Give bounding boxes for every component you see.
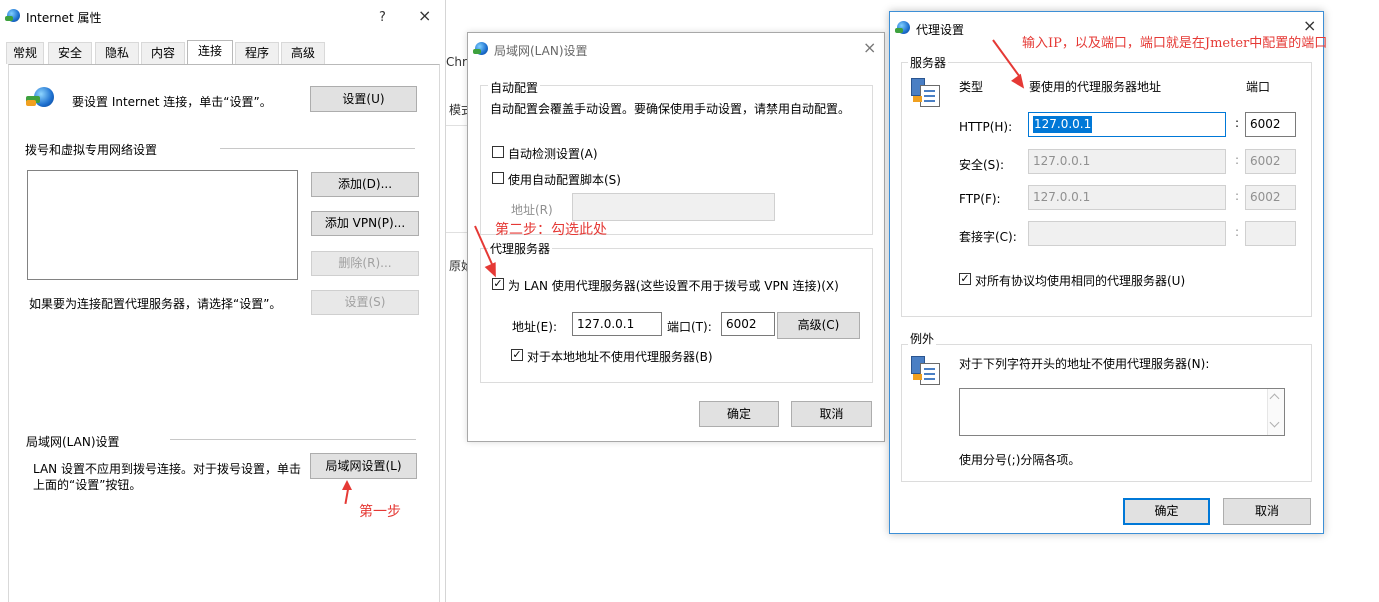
step1-annotation: 第一步	[359, 504, 401, 520]
tab-content[interactable]: 内容	[141, 42, 185, 64]
socks-port-field[interactable]	[1245, 221, 1296, 246]
ftp-address-field[interactable]: 127.0.0.1	[1028, 185, 1226, 210]
ok-button[interactable]: 确定	[1123, 498, 1210, 525]
window-title: Internet 属性	[26, 11, 102, 25]
setup-button[interactable]: 设置(U)	[310, 86, 417, 112]
use-proxy-label: 为 LAN 使用代理服务器(这些设置不用于拨号或 VPN 连接)(X)	[508, 279, 839, 293]
proxy-settings-dialog: 代理设置 × 服务器 类型 要使用的代理服务器地址 端口 HTTP(H): 12…	[889, 11, 1324, 534]
proxy-address-label: 地址(E):	[512, 320, 557, 334]
close-button[interactable]: ×	[863, 40, 876, 56]
bypass-local-checkbox[interactable]: ✓	[511, 349, 523, 361]
ftp-label: FTP(F):	[959, 192, 1001, 206]
tab-security[interactable]: 安全	[48, 42, 92, 64]
scrollbar[interactable]	[1267, 389, 1284, 435]
auto-config-desc: 自动配置会覆盖手动设置。要确保使用手动设置，请禁用自动配置。	[490, 102, 851, 116]
ok-button[interactable]: 确定	[699, 401, 779, 427]
secure-port-field[interactable]: 6002	[1245, 149, 1296, 174]
connections-list[interactable]	[27, 170, 298, 280]
http-address-value: 127.0.0.1	[1033, 116, 1093, 133]
bypass-local-label: 对于本地地址不使用代理服务器(B)	[527, 350, 713, 364]
exceptions-hint: 使用分号(;)分隔各项。	[959, 453, 1081, 467]
port-column-header: 端口	[1246, 80, 1271, 94]
port-separator: :	[1235, 189, 1240, 203]
globe-icon	[895, 21, 910, 34]
title-bar: Internet 属性 ? ×	[0, 0, 445, 32]
tab-general[interactable]: 常规	[6, 42, 44, 64]
port-separator: :	[1235, 225, 1240, 239]
auto-script-checkbox[interactable]	[492, 172, 504, 184]
auto-config-heading: 自动配置	[488, 79, 541, 96]
lan-heading: 局域网(LAN)设置	[26, 435, 120, 449]
connection-wizard-icon	[26, 87, 54, 109]
globe-icon	[5, 9, 20, 22]
servers-heading: 服务器	[908, 54, 949, 71]
step3-annotation: 输入IP，以及端口，端口就是在Jmeter中配置的端口	[1022, 36, 1328, 51]
proxy-heading: 代理服务器	[488, 240, 553, 257]
add-button[interactable]: 添加(D)...	[311, 172, 419, 197]
scroll-down-icon[interactable]	[1269, 417, 1280, 428]
cancel-button[interactable]: 取消	[1223, 498, 1311, 525]
help-button[interactable]: ?	[379, 10, 386, 26]
socks-label: 套接字(C):	[959, 230, 1017, 244]
port-separator: :	[1235, 116, 1240, 130]
globe-icon	[473, 42, 488, 55]
server-icon	[911, 76, 941, 107]
dialog-title: 代理设置	[916, 23, 965, 37]
http-label: HTTP(H):	[959, 120, 1013, 134]
tab-programs[interactable]: 程序	[235, 42, 279, 64]
lan-text-line2: 上面的“设置”按钮。	[33, 478, 142, 492]
tab-advanced[interactable]: 高级	[281, 42, 325, 64]
divider	[170, 439, 416, 440]
type-column-header: 类型	[959, 80, 984, 94]
exceptions-desc: 对于下列字符开头的地址不使用代理服务器(N):	[959, 357, 1210, 371]
close-button[interactable]: ×	[418, 8, 431, 24]
same-proxy-label: 对所有协议均使用相同的代理服务器(U)	[975, 274, 1186, 288]
lan-settings-button[interactable]: 局域网设置(L)	[310, 453, 417, 479]
step2-annotation: 第二步：勾选此处	[495, 222, 607, 238]
scroll-up-icon[interactable]	[1269, 393, 1280, 404]
exceptions-heading: 例外	[908, 330, 937, 347]
secure-label: 安全(S):	[959, 158, 1005, 172]
use-proxy-checkbox[interactable]: ✓	[492, 278, 504, 290]
script-address-field[interactable]	[572, 193, 775, 221]
secure-address-field[interactable]: 127.0.0.1	[1028, 149, 1226, 174]
lan-text-line1: LAN 设置不应用到拨号连接。对于拨号设置，单击	[33, 462, 301, 476]
step1-arrowhead	[342, 480, 352, 490]
tab-privacy[interactable]: 隐私	[95, 42, 139, 64]
auto-detect-checkbox[interactable]	[492, 146, 504, 158]
proxy-port-label: 端口(T):	[667, 320, 712, 334]
same-proxy-checkbox[interactable]: ✓	[959, 273, 971, 285]
auto-detect-label: 自动检测设置(A)	[508, 147, 598, 161]
exceptions-textarea[interactable]	[959, 388, 1285, 436]
socks-address-field[interactable]	[1028, 221, 1226, 246]
tab-connections[interactable]: 连接	[187, 40, 233, 65]
setup-text: 要设置 Internet 连接，单击“设置”。	[72, 95, 272, 109]
dialog-title: 局域网(LAN)设置	[494, 44, 588, 58]
dialup-heading: 拨号和虚拟专用网络设置	[25, 143, 158, 157]
delete-button[interactable]: 删除(R)...	[311, 251, 419, 276]
advanced-button[interactable]: 高级(C)	[777, 312, 860, 339]
http-port-field[interactable]: 6002	[1245, 112, 1296, 137]
divider	[220, 148, 415, 149]
add-vpn-button[interactable]: 添加 VPN(P)...	[311, 211, 419, 236]
ftp-port-field[interactable]: 6002	[1245, 185, 1296, 210]
proxy-port-field[interactable]: 6002	[721, 312, 775, 336]
title-bar: 局域网(LAN)设置 ×	[468, 33, 884, 65]
connection-settings-button[interactable]: 设置(S)	[311, 290, 419, 315]
auto-script-label: 使用自动配置脚本(S)	[508, 173, 621, 187]
script-address-label: 地址(R)	[511, 203, 553, 217]
proxy-address-field[interactable]: 127.0.0.1	[572, 312, 662, 336]
proxy-hint: 如果要为连接配置代理服务器，请选择“设置”。	[29, 297, 282, 311]
cancel-button[interactable]: 取消	[791, 401, 872, 427]
port-separator: :	[1235, 153, 1240, 167]
http-address-field[interactable]: 127.0.0.1	[1028, 112, 1226, 137]
exceptions-icon	[911, 354, 941, 385]
address-column-header: 要使用的代理服务器地址	[1029, 80, 1162, 94]
